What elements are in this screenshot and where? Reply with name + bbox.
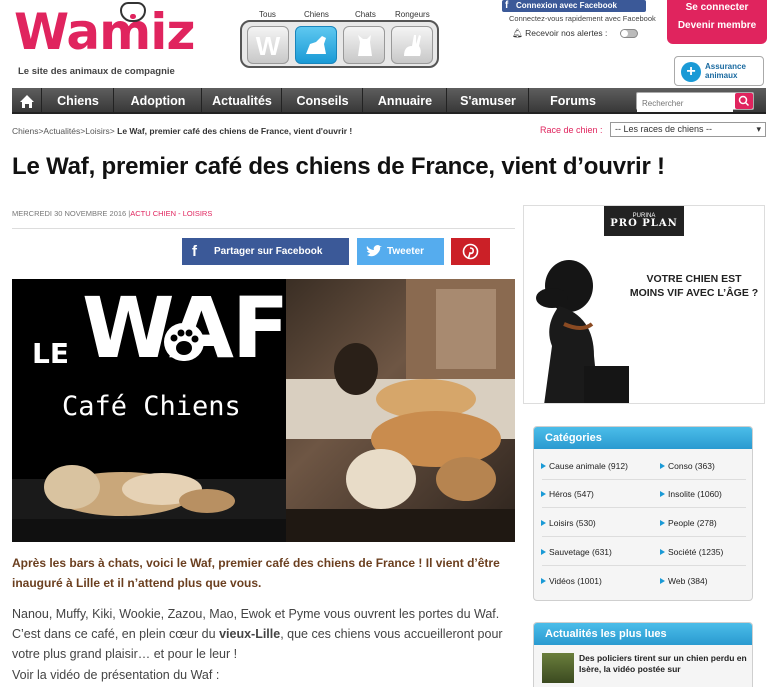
- cafe-interior-photo: [286, 279, 515, 542]
- divider: [542, 479, 746, 480]
- insurance-button[interactable]: + Assurance animaux: [674, 56, 764, 86]
- rabbit-icon: [404, 35, 421, 56]
- animal-filter: W: [240, 20, 439, 68]
- home-icon: [20, 95, 34, 108]
- search-box: [636, 92, 754, 112]
- animal-label-cats: Chats: [355, 10, 376, 19]
- breadcrumb: Chiens>Actualités>Loisirs> Le Waf, premi…: [12, 126, 352, 136]
- waf-cafe-logo-photo: LE WAF Café Chiens: [12, 279, 289, 542]
- facebook-icon: f: [192, 243, 197, 260]
- breadcrumb-current: Le Waf, premier café des chiens de Franc…: [117, 126, 353, 136]
- category-link[interactable]: People (278): [660, 518, 717, 528]
- share-facebook-label: Partager sur Facebook: [214, 246, 323, 257]
- alerts-row: 🔔︎ Recevoir nos alertes :: [512, 28, 607, 39]
- paw-icon: [164, 323, 204, 361]
- plus-icon: +: [681, 62, 701, 82]
- article-image: LE WAF Café Chiens: [12, 279, 515, 542]
- category-link[interactable]: Cause animale (912): [541, 461, 628, 471]
- cat-icon: [358, 35, 372, 56]
- home-button[interactable]: [12, 88, 42, 114]
- filter-dogs-button[interactable]: [295, 26, 337, 64]
- wamiz-logo[interactable]: Wamiz: [14, 2, 195, 62]
- divider: [542, 536, 746, 537]
- facebook-connect-label: Connexion avec Facebook: [516, 1, 617, 10]
- news-thumbnail[interactable]: [542, 653, 574, 683]
- signup-button[interactable]: Devenir membre: [667, 17, 767, 35]
- bell-icon: 🔔︎: [512, 28, 523, 38]
- top-news-box: Actualités les plus lues Des policiers t…: [533, 622, 753, 687]
- nav-item-chiens[interactable]: Chiens: [43, 88, 114, 114]
- animal-label-dogs: Chiens: [304, 10, 329, 19]
- alerts-toggle[interactable]: [620, 29, 638, 38]
- search-input[interactable]: [637, 95, 733, 112]
- purina-ad[interactable]: PURINA PRO PLAN VOTRE CHIEN EST MOINS VIF…: [523, 205, 765, 404]
- animal-label-rodents: Rongeurs: [395, 10, 430, 19]
- divider: [12, 228, 515, 229]
- facebook-icon: f: [505, 0, 509, 11]
- main-nav: Chiens Adoption Actualités Conseils Annu…: [12, 88, 766, 114]
- cat-face-icon: [120, 2, 146, 22]
- site-tagline: Le site des animaux de compagnie: [18, 66, 175, 77]
- top-news-title: Actualités les plus lues: [534, 623, 752, 645]
- login-button[interactable]: Se connecter: [667, 0, 767, 17]
- categories-box: Catégories Cause animale (912) Conso (36…: [533, 426, 753, 601]
- ad-headline: VOTRE CHIEN EST MOINS VIF AVEC L’ÂGE ?: [629, 273, 759, 299]
- image-text-cafe-chiens: Café Chiens: [62, 391, 241, 422]
- race-select-value: -- Les races de chiens --: [615, 124, 713, 134]
- nav-item-annuaire[interactable]: Annuaire: [364, 88, 447, 114]
- share-pinterest-button[interactable]: [451, 238, 490, 265]
- article-date: MERCREDI 30 NOVEMBRE 2016: [12, 209, 127, 218]
- filter-cats-button[interactable]: [343, 26, 385, 64]
- share-facebook-button[interactable]: f Partager sur Facebook: [182, 238, 349, 265]
- search-button[interactable]: [735, 93, 753, 109]
- categories-title: Catégories: [534, 427, 752, 449]
- category-link[interactable]: Sauvetage (631): [541, 547, 612, 557]
- category-link[interactable]: Héros (547): [541, 489, 594, 499]
- share-twitter-button[interactable]: Tweeter: [357, 238, 444, 265]
- filter-all-button[interactable]: W: [247, 26, 289, 64]
- facebook-connect-subtitle: Connectez-vous rapidement avec Facebook: [509, 14, 656, 23]
- purina-proplan-logo: PURINA PRO PLAN: [604, 206, 684, 236]
- category-link[interactable]: Web (384): [660, 576, 708, 586]
- nav-item-forums[interactable]: Forums: [530, 88, 616, 114]
- category-link[interactable]: Conso (363): [660, 461, 715, 471]
- twitter-icon: [366, 245, 382, 257]
- animal-label-all: Tous: [259, 10, 276, 19]
- facebook-connect-button[interactable]: f Connexion avec Facebook: [502, 0, 646, 12]
- filter-rodents-button[interactable]: [391, 26, 433, 64]
- search-icon: [738, 95, 750, 107]
- article-title: Le Waf, premier café des chiens de Franc…: [12, 153, 665, 180]
- category-link[interactable]: Insolite (1060): [660, 489, 722, 499]
- login-panel: Se connecter Devenir membre: [667, 0, 767, 44]
- chevron-down-icon: ▾: [756, 124, 761, 134]
- nav-item-actualites[interactable]: Actualités: [203, 88, 282, 114]
- category-link[interactable]: Vidéos (1001): [541, 576, 602, 586]
- nav-item-adoption[interactable]: Adoption: [115, 88, 202, 114]
- breadcrumb-path[interactable]: Chiens>Actualités>Loisirs>: [12, 126, 115, 136]
- article-category[interactable]: ACTU CHIEN - LOISIRS: [130, 209, 212, 218]
- news-item-link[interactable]: Des policiers tirent sur un chien perdu …: [579, 653, 749, 675]
- divider: [542, 565, 746, 566]
- article-lead: Après les bars à chats, voici le Waf, pr…: [12, 556, 500, 590]
- article-paragraph: Nanou, Muffy, Kiki, Wookie, Zazou, Mao, …: [12, 607, 503, 661]
- labrador-photo: [536, 260, 629, 403]
- dog-icon: [306, 36, 326, 54]
- insurance-label: Assurance animaux: [705, 62, 746, 80]
- category-link[interactable]: Loisirs (530): [541, 518, 596, 528]
- divider: [542, 507, 746, 508]
- dogs-on-sofa-photo: [12, 465, 286, 542]
- video-intro-text: Voir la vidéo de présentation du Waf :: [12, 668, 220, 682]
- article-meta: MERCREDI 30 NOVEMBRE 2016 |ACTU CHIEN - …: [12, 209, 213, 218]
- alerts-label: Recevoir nos alertes :: [525, 28, 608, 38]
- race-select[interactable]: -- Les races de chiens -- ▾: [610, 122, 766, 137]
- nav-item-samuser[interactable]: S'amuser: [448, 88, 529, 114]
- image-text-le: LE: [32, 337, 69, 370]
- category-link[interactable]: Société (1235): [659, 547, 723, 557]
- vieux-lille-text: vieux-Lille: [219, 627, 281, 641]
- race-label: Race de chien :: [540, 125, 603, 135]
- pinterest-icon: [462, 243, 479, 260]
- nav-item-conseils[interactable]: Conseils: [283, 88, 363, 114]
